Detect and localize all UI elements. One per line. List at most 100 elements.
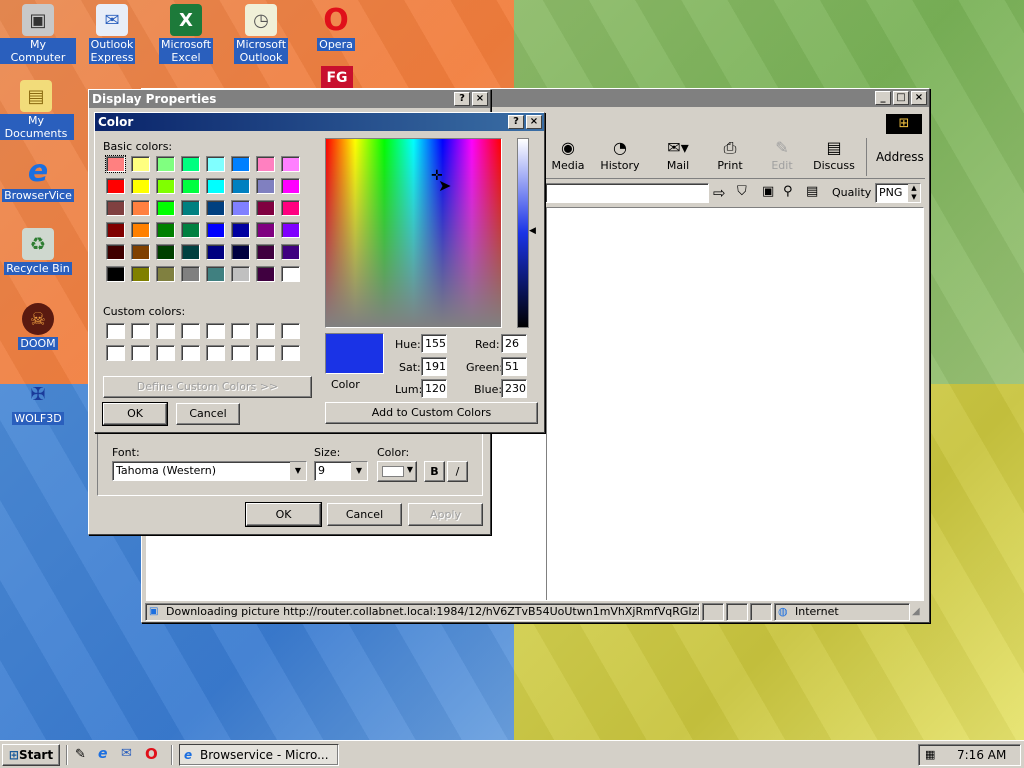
basic-color-swatch[interactable] xyxy=(181,244,200,260)
basic-color-swatch[interactable] xyxy=(281,266,300,282)
toolbar-mail[interactable]: ✉▾ Mail xyxy=(653,137,703,172)
spinner-arrows-icon[interactable]: ▲ ▼ xyxy=(908,184,920,202)
hue-input[interactable]: 155 xyxy=(421,334,447,353)
sat-input[interactable]: 191 xyxy=(421,357,447,376)
basic-color-swatch[interactable] xyxy=(156,178,175,194)
desktop-icon-outlook-express[interactable]: ✉ Outlook Express xyxy=(74,4,150,64)
custom-color-swatch[interactable] xyxy=(231,323,250,339)
custom-color-swatch[interactable] xyxy=(131,345,150,361)
display-apply-button[interactable]: Apply xyxy=(408,503,483,526)
toolbar-discuss[interactable]: ▤ Discuss xyxy=(809,137,859,172)
basic-color-swatch[interactable] xyxy=(181,222,200,238)
custom-color-swatch[interactable] xyxy=(206,323,225,339)
basic-color-swatch[interactable] xyxy=(106,244,125,260)
blue-input[interactable]: 230 xyxy=(501,379,527,398)
quicklaunch-outlook-icon[interactable]: ✉ xyxy=(121,746,132,761)
toolbar-print[interactable]: ⎙ Print xyxy=(705,137,755,172)
basic-color-swatch[interactable] xyxy=(231,200,250,216)
desktop-icon-outlook[interactable]: ◷ Microsoft Outlook xyxy=(223,4,299,64)
basic-color-swatch[interactable] xyxy=(206,200,225,216)
basic-color-swatch[interactable] xyxy=(106,266,125,282)
basic-color-swatch[interactable] xyxy=(256,222,275,238)
red-input[interactable]: 26 xyxy=(501,334,527,353)
basic-color-swatch[interactable] xyxy=(156,266,175,282)
basic-color-swatch[interactable] xyxy=(131,266,150,282)
basic-color-swatch[interactable] xyxy=(231,178,250,194)
basic-color-swatch[interactable] xyxy=(131,244,150,260)
font-select[interactable]: Tahoma (Western) ▼ xyxy=(112,461,307,481)
desktop-icon-excel[interactable]: X Microsoft Excel xyxy=(148,4,224,64)
custom-color-swatch[interactable] xyxy=(256,323,275,339)
help-icon[interactable]: ? xyxy=(508,115,524,129)
browser-content-area[interactable] xyxy=(546,207,924,601)
basic-color-swatch[interactable] xyxy=(281,244,300,260)
basic-color-swatch[interactable] xyxy=(206,156,225,172)
basic-color-swatch[interactable] xyxy=(106,200,125,216)
basic-color-swatch[interactable] xyxy=(256,266,275,282)
basic-color-swatch[interactable] xyxy=(105,155,126,173)
basic-color-swatch[interactable] xyxy=(206,178,225,194)
start-button[interactable]: ⊞Start xyxy=(2,744,60,766)
basic-color-swatch[interactable] xyxy=(131,222,150,238)
custom-color-swatch[interactable] xyxy=(156,345,175,361)
color-ok-button[interactable]: OK xyxy=(102,402,168,426)
close-icon[interactable]: × xyxy=(526,115,542,129)
basic-color-swatch[interactable] xyxy=(181,156,200,172)
chevron-down-icon[interactable]: ▼ xyxy=(351,462,367,480)
quality-spinner[interactable]: PNG ▲ ▼ xyxy=(875,183,921,203)
basic-color-swatch[interactable] xyxy=(256,178,275,194)
custom-color-swatch[interactable] xyxy=(131,323,150,339)
color-spectrum[interactable] xyxy=(325,138,502,328)
basic-color-swatch[interactable] xyxy=(156,244,175,260)
address-input[interactable] xyxy=(545,183,709,203)
maximize-icon[interactable]: □ xyxy=(893,91,909,105)
custom-color-swatch[interactable] xyxy=(256,345,275,361)
desktop-icon-browservice[interactable]: e BrowserVice xyxy=(0,154,76,202)
network-icon[interactable]: ▦ xyxy=(925,745,935,765)
desktop-icon-recycle-bin[interactable]: ♻ Recycle Bin xyxy=(0,228,76,275)
size-select[interactable]: 9 ▼ xyxy=(314,461,368,481)
close-icon[interactable]: × xyxy=(472,92,488,106)
basic-color-swatch[interactable] xyxy=(256,200,275,216)
help-icon[interactable]: ? xyxy=(454,92,470,106)
basic-color-swatch[interactable] xyxy=(156,222,175,238)
italic-button[interactable]: / xyxy=(447,461,468,482)
bold-button[interactable]: B xyxy=(424,461,445,482)
custom-color-swatch[interactable] xyxy=(206,345,225,361)
desktop-icon-doom[interactable]: ☠ DOOM xyxy=(0,303,76,350)
bookmark-icon[interactable]: ⛉ xyxy=(737,184,747,199)
basic-color-swatch[interactable] xyxy=(281,178,300,194)
desktop-icon-wolf3d[interactable]: ✠ WOLF3D xyxy=(0,378,76,425)
custom-color-swatch[interactable] xyxy=(181,345,200,361)
basic-color-swatch[interactable] xyxy=(206,266,225,282)
basic-color-swatch[interactable] xyxy=(231,266,250,282)
quicklaunch-opera-icon[interactable]: O xyxy=(145,745,158,763)
basic-color-swatch[interactable] xyxy=(156,200,175,216)
chevron-down-icon[interactable]: ▼ xyxy=(290,462,306,480)
custom-color-swatch[interactable] xyxy=(156,323,175,339)
basic-color-swatch[interactable] xyxy=(281,222,300,238)
clock[interactable]: 7:16 AM xyxy=(957,745,1006,765)
define-custom-colors-button[interactable]: Define Custom Colors >> xyxy=(103,376,312,398)
go-arrow-icon[interactable]: ⇨ xyxy=(713,184,726,202)
color-cancel-button[interactable]: Cancel xyxy=(176,403,240,425)
custom-color-swatch[interactable] xyxy=(281,323,300,339)
custom-color-swatch[interactable] xyxy=(231,345,250,361)
basic-color-swatch[interactable] xyxy=(231,222,250,238)
basic-color-swatch[interactable] xyxy=(281,156,300,172)
quicklaunch-ie-icon[interactable]: e xyxy=(98,746,108,762)
font-color-picker[interactable]: ▼ xyxy=(377,461,417,482)
custom-color-swatch[interactable] xyxy=(181,323,200,339)
basic-color-swatch[interactable] xyxy=(156,156,175,172)
custom-color-swatch[interactable] xyxy=(106,345,125,361)
custom-color-swatch[interactable] xyxy=(281,345,300,361)
find-icon[interactable]: ⚲ xyxy=(783,184,793,199)
luminance-slider[interactable] xyxy=(517,138,529,328)
basic-color-swatch[interactable] xyxy=(106,178,125,194)
page-icon[interactable]: ▣ xyxy=(762,184,774,199)
desktop-icon-my-computer[interactable]: ▣ My Computer xyxy=(0,4,76,64)
display-cancel-button[interactable]: Cancel xyxy=(327,503,402,526)
basic-color-swatch[interactable] xyxy=(131,200,150,216)
resize-grip-icon[interactable]: ◢ xyxy=(912,606,920,617)
custom-color-swatch[interactable] xyxy=(106,323,125,339)
